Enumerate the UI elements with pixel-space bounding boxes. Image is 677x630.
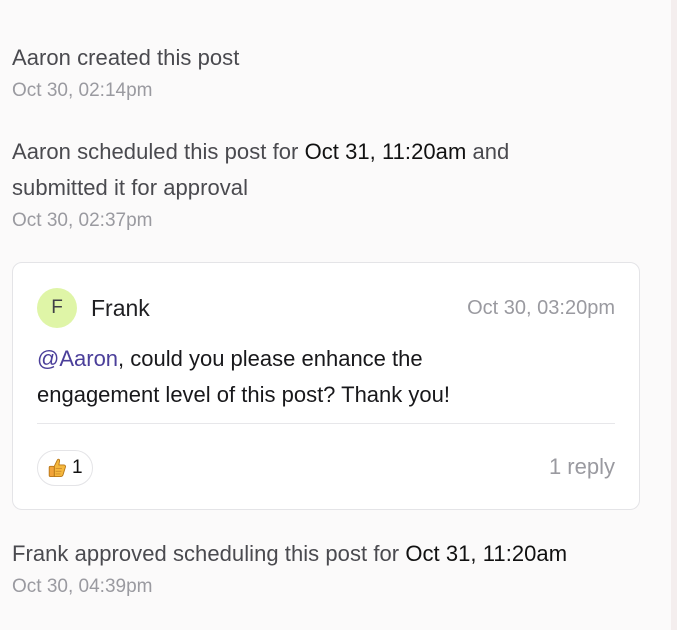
activity-text-part: and xyxy=(466,139,510,164)
activity-text-part: Aaron scheduled this post for xyxy=(12,139,305,164)
comment-author[interactable]: Frank xyxy=(91,295,150,322)
comment-header: F Frank Oct 30, 03:20pm xyxy=(37,287,615,329)
comment-text-part: , could you please enhance the xyxy=(118,346,423,371)
comment-divider xyxy=(37,423,615,424)
activity-timestamp: Oct 30, 04:39pm xyxy=(12,576,153,597)
avatar[interactable]: F xyxy=(37,288,77,328)
comment-card: F Frank Oct 30, 03:20pm @Aaron, could yo… xyxy=(12,262,640,510)
mention-link[interactable]: @Aaron xyxy=(37,346,118,371)
comment-timestamp: Oct 30, 03:20pm xyxy=(467,296,615,319)
reply-count-link[interactable]: 1 reply xyxy=(549,452,615,482)
comment-body: @Aaron, could you please enhance the eng… xyxy=(37,341,597,413)
activity-timestamp: Oct 30, 02:14pm xyxy=(12,80,153,101)
activity-text: Aaron scheduled this post for Oct 31, 11… xyxy=(12,134,652,206)
activity-item-approved: Frank approved scheduling this post for … xyxy=(12,536,652,602)
comment-text-part: engagement level of this post? Thank you… xyxy=(37,382,450,407)
activity-timestamp: Oct 30, 02:37pm xyxy=(12,210,153,231)
activity-text: Frank approved scheduling this post for … xyxy=(12,536,652,572)
right-edge-bar xyxy=(671,0,677,630)
thumbs-up-icon xyxy=(48,458,66,477)
approved-date: Oct 31, 11:20am xyxy=(405,541,568,566)
activity-text-part: Frank approved scheduling this post for xyxy=(12,541,406,566)
activity-text-part: submitted it for approval xyxy=(12,175,249,200)
activity-text: Aaron created this post xyxy=(12,45,240,70)
activity-item-scheduled: Aaron scheduled this post for Oct 31, 11… xyxy=(12,134,652,236)
activity-item-created: Aaron created this post Oct 30, 02:14pm xyxy=(12,40,652,106)
reaction-count: 1 xyxy=(72,457,83,478)
activity-feed: Aaron created this post Oct 30, 02:14pm … xyxy=(12,40,652,630)
reaction-button[interactable]: 1 xyxy=(37,450,93,486)
scheduled-date: Oct 31, 11:20am xyxy=(304,139,467,164)
